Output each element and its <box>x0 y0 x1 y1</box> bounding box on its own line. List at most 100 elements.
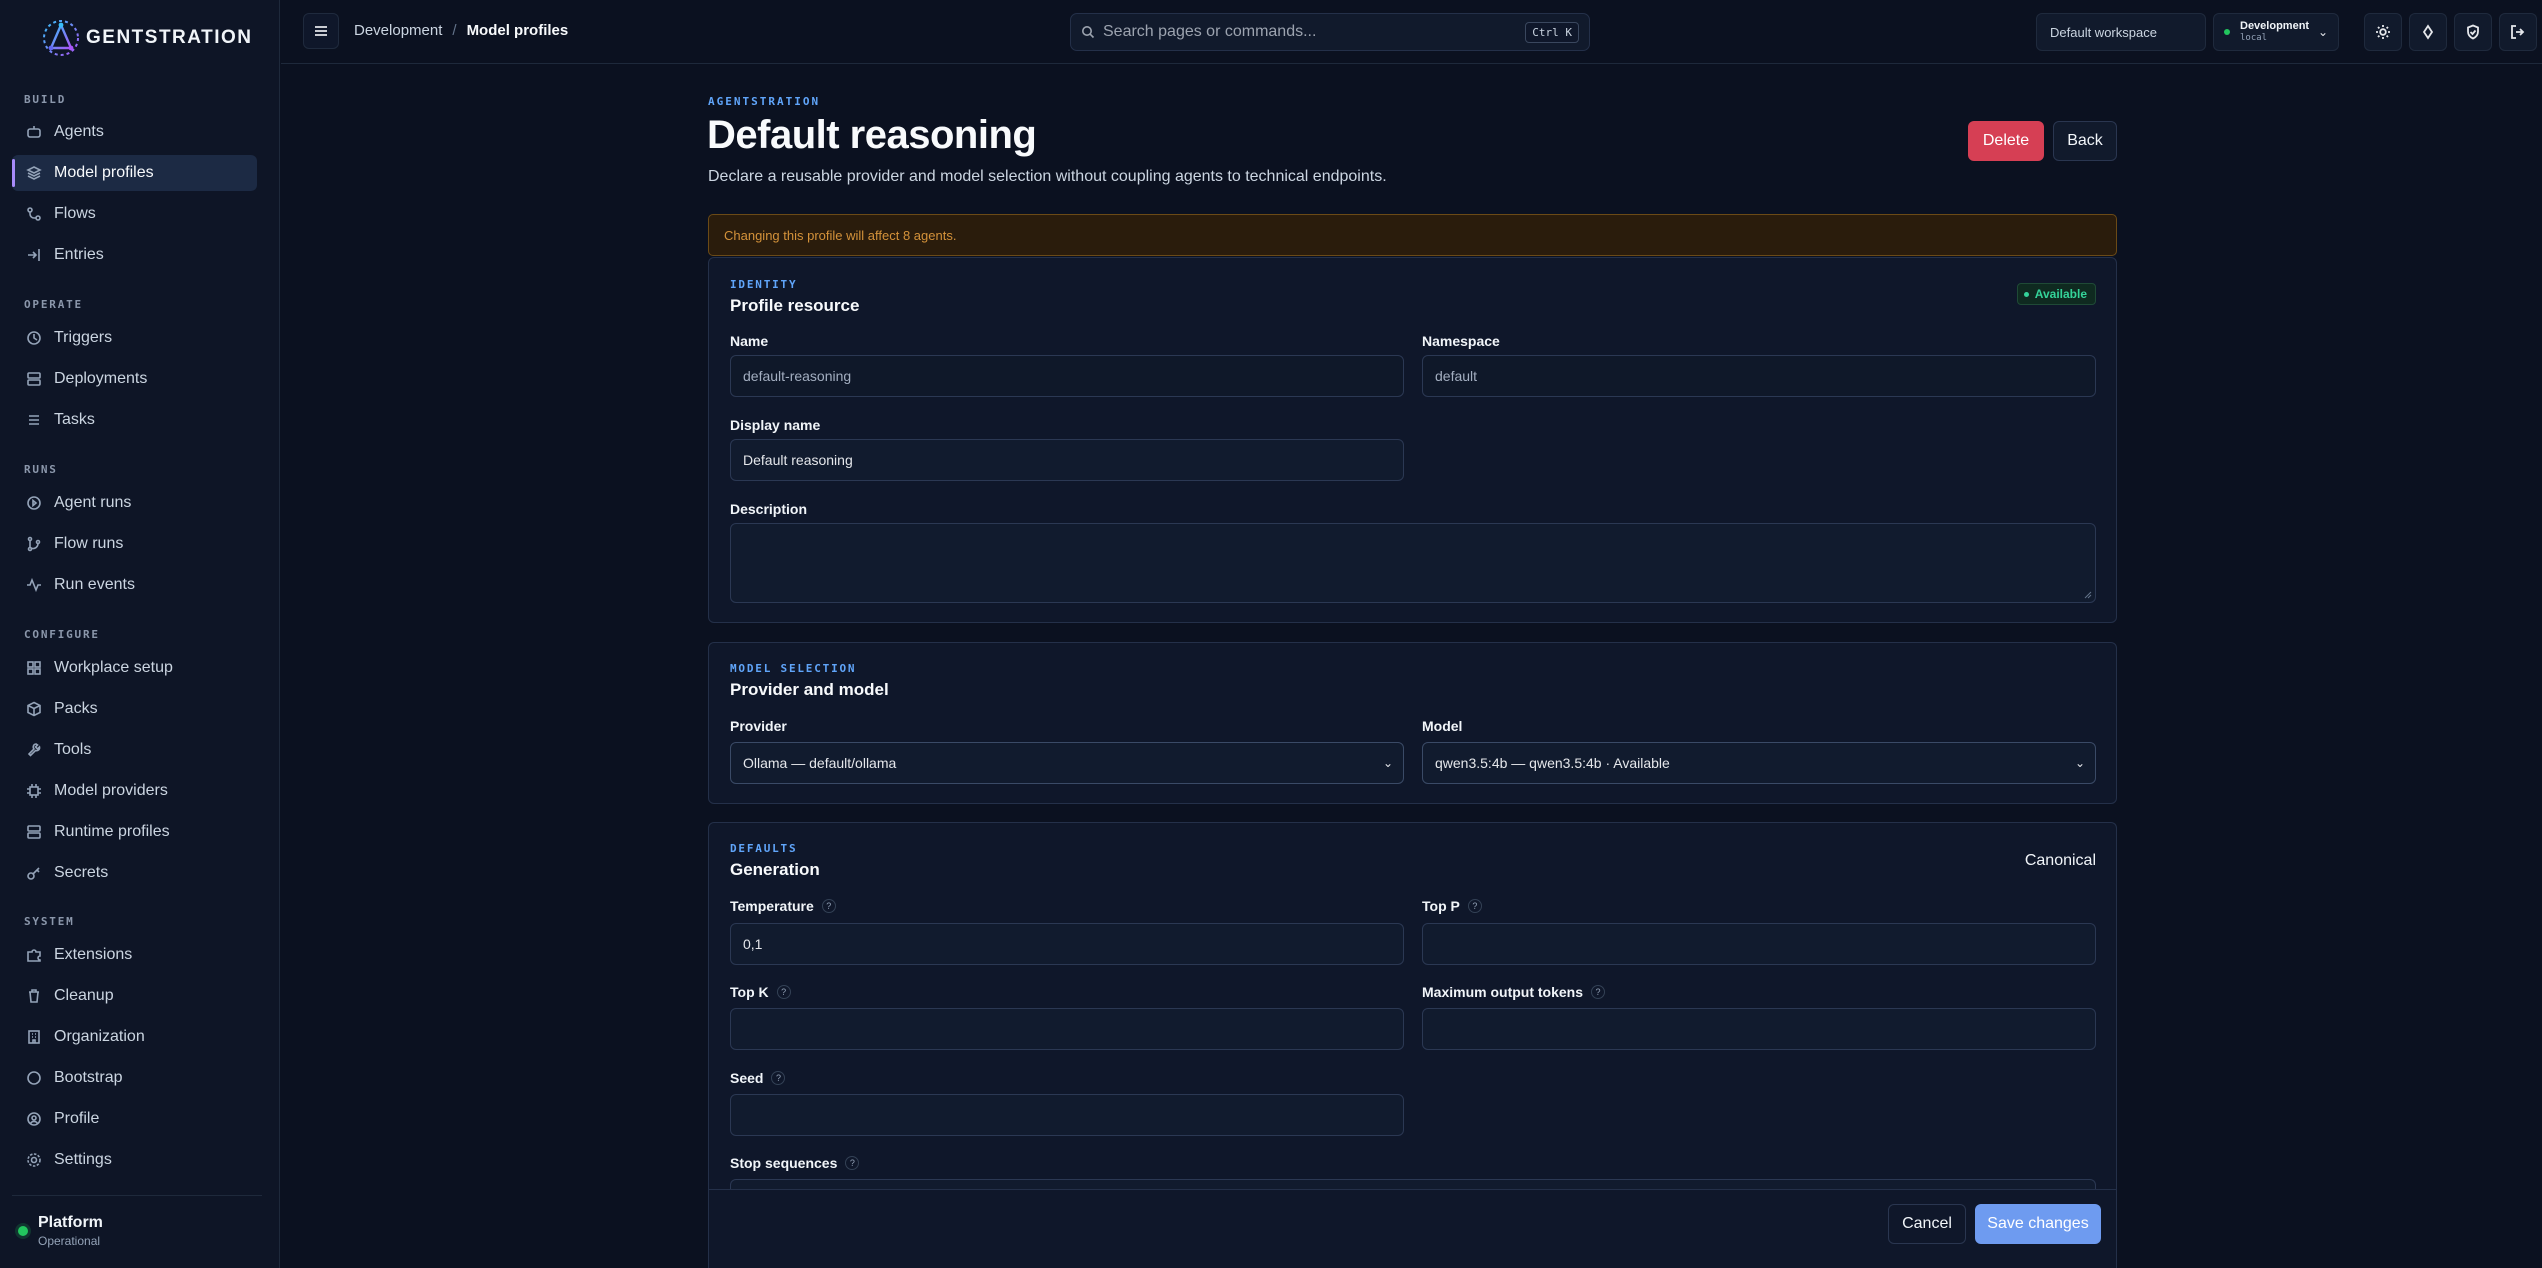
hamburger-icon <box>315 26 327 36</box>
provider-select[interactable]: Ollama — default/ollama ⌄ <box>730 742 1404 784</box>
temperature-field[interactable]: 0,1 <box>730 923 1404 965</box>
sidebar-item-label: Run events <box>54 576 135 593</box>
sidebar-item-label: Cleanup <box>54 987 114 1004</box>
topbar: Development / Model profiles Search page… <box>281 0 2542 64</box>
brand[interactable]: GENTSTRATION <box>40 18 252 58</box>
sidebar-item-extensions[interactable]: Extensions <box>12 937 257 973</box>
top-p-field[interactable] <box>1422 923 2096 965</box>
canonical-toggle[interactable]: Canonical <box>2025 852 2096 870</box>
sidebar-item-settings[interactable]: Settings <box>12 1142 257 1178</box>
sidebar-item-run-events[interactable]: Run events <box>12 567 257 603</box>
sidebar-item-deployments[interactable]: Deployments <box>12 361 257 397</box>
status-badge: Available <box>2016 283 2096 305</box>
sidebar-item-model-providers[interactable]: Model providers <box>12 773 257 809</box>
logout-icon <box>2511 25 2525 39</box>
sidebar-item-model-profiles[interactable]: Model profiles <box>12 155 257 191</box>
security-button[interactable] <box>2454 13 2492 51</box>
sidebar-item-runtime-profiles[interactable]: Runtime profiles <box>12 814 257 850</box>
section-label-system: SYSTEM <box>24 915 75 928</box>
platform-name: Platform <box>38 1214 103 1231</box>
cancel-button[interactable]: Cancel <box>1888 1204 1966 1244</box>
chip-icon <box>26 783 42 799</box>
sidebar-item-triggers[interactable]: Triggers <box>12 320 257 356</box>
display-name-field-value: Default reasoning <box>743 452 853 468</box>
status-dot-icon <box>2023 291 2029 297</box>
chevron-down-icon: ⌄ <box>1382 756 1393 770</box>
list-icon <box>26 412 42 428</box>
sidebar-item-profile[interactable]: Profile <box>12 1101 257 1137</box>
workspace-selector[interactable]: Default workspace <box>2036 13 2206 51</box>
diamond-button[interactable] <box>2409 13 2447 51</box>
sidebar-item-agent-runs[interactable]: Agent runs <box>12 485 257 521</box>
page-title: Default reasoning <box>707 113 1037 157</box>
top-k-field[interactable] <box>730 1008 1404 1050</box>
status-badge-text: Available <box>2034 287 2087 301</box>
environment-selector[interactable]: Development local ⌄ <box>2213 13 2339 51</box>
sidebar-item-label: Extensions <box>54 946 133 963</box>
sidebar-item-secrets[interactable]: Secrets <box>12 855 257 891</box>
sidebar-item-entries[interactable]: Entries <box>12 237 257 273</box>
sidebar-item-tasks[interactable]: Tasks <box>12 402 257 438</box>
play-circle-icon <box>26 495 42 511</box>
help-icon[interactable]: ? <box>845 1156 860 1170</box>
sidebar-item-cleanup[interactable]: Cleanup <box>12 978 257 1014</box>
platform-status-text: Operational <box>38 1234 101 1248</box>
breadcrumb-development[interactable]: Development <box>354 22 442 39</box>
theme-toggle-button[interactable] <box>2364 13 2402 51</box>
search-shortcut: Ctrl K <box>1525 21 1579 43</box>
help-icon[interactable]: ? <box>1591 985 1606 999</box>
model-select[interactable]: qwen3.5:4b — qwen3.5:4b · Available ⌄ <box>1422 742 2096 784</box>
identity-title: Profile resource <box>730 296 860 315</box>
display-name-field[interactable]: Default reasoning <box>730 439 1404 481</box>
sidebar-item-agents[interactable]: Agents <box>12 114 257 150</box>
search-input[interactable]: Search pages or commands... Ctrl K <box>1070 13 1590 51</box>
user-circle-icon <box>26 1111 42 1127</box>
sidebar-item-flow-runs[interactable]: Flow runs <box>12 526 257 562</box>
chevron-down-icon: ⌄ <box>2317 25 2328 39</box>
sidebar-item-workplace-setup[interactable]: Workplace setup <box>12 650 257 686</box>
grid-icon <box>26 660 42 676</box>
sidebar-item-bootstrap[interactable]: Bootstrap <box>12 1060 257 1096</box>
sidebar-item-flows[interactable]: Flows <box>12 196 257 232</box>
identity-eyebrow: IDENTITY <box>730 278 798 291</box>
sidebar-item-label: Tasks <box>54 411 95 428</box>
help-icon[interactable]: ? <box>771 1071 786 1085</box>
sidebar-item-label: Entries <box>54 246 104 263</box>
resize-handle-icon[interactable] <box>2084 591 2092 599</box>
help-icon[interactable]: ? <box>776 985 791 999</box>
delete-button[interactable]: Delete <box>1968 121 2044 161</box>
menu-toggle-button[interactable] <box>303 13 339 49</box>
max-tokens-label-text: Maximum output tokens <box>1422 984 1584 1000</box>
logout-button[interactable] <box>2499 13 2537 51</box>
environment-status-dot-icon <box>2224 29 2230 35</box>
top-p-label-text: Top P <box>1422 898 1460 914</box>
seed-field[interactable] <box>730 1094 1404 1136</box>
max-tokens-field[interactable] <box>1422 1008 2096 1050</box>
help-icon[interactable]: ? <box>1467 899 1482 913</box>
sidebar-item-label: Model providers <box>54 782 168 799</box>
package-icon <box>26 701 42 717</box>
sidebar-item-label: Triggers <box>54 329 113 346</box>
sidebar-item-organization[interactable]: Organization <box>12 1019 257 1055</box>
chevron-down-icon: ⌄ <box>2074 756 2085 770</box>
name-label: Name <box>730 333 769 349</box>
name-field[interactable]: default-reasoning <box>730 355 1404 397</box>
description-textarea[interactable] <box>730 523 2096 603</box>
section-label-runs: RUNS <box>24 463 58 476</box>
model-selection-card: MODEL SELECTION Provider and model Provi… <box>708 642 2117 804</box>
environment-sub: local <box>2240 33 2268 43</box>
back-button[interactable]: Back <box>2053 121 2117 161</box>
sidebar-item-packs[interactable]: Packs <box>12 691 257 727</box>
server-icon <box>26 824 42 840</box>
help-icon[interactable]: ? <box>821 899 836 913</box>
save-changes-button[interactable]: Save changes <box>1975 1204 2101 1244</box>
top-p-label: Top P ? <box>1422 898 1482 914</box>
breadcrumb-current: Model profiles <box>466 22 569 39</box>
sidebar-item-label: Agents <box>54 123 104 140</box>
platform-status[interactable]: Platform Operational <box>18 1214 103 1248</box>
login-icon <box>26 247 42 263</box>
sidebar-item-tools[interactable]: Tools <box>12 732 257 768</box>
sun-icon <box>2376 25 2390 39</box>
namespace-field[interactable]: default <box>1422 355 2096 397</box>
seed-label-text: Seed <box>730 1070 764 1086</box>
